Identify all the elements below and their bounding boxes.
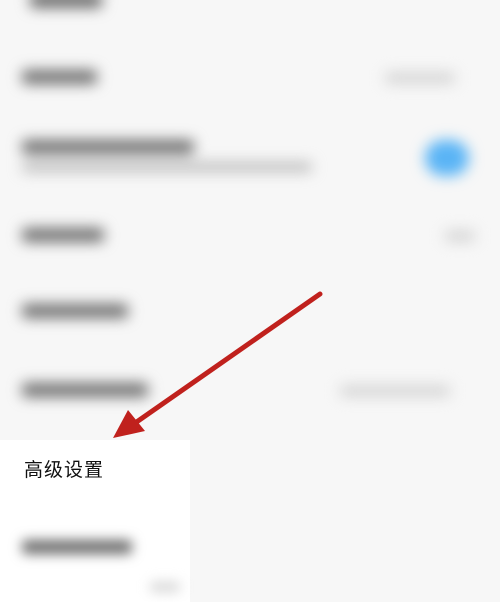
red-arrow-annotation [113, 291, 323, 438]
settings-screen: 高级设置 [0, 0, 500, 602]
arrow-head [113, 410, 145, 438]
arrow-shaft [125, 291, 323, 431]
